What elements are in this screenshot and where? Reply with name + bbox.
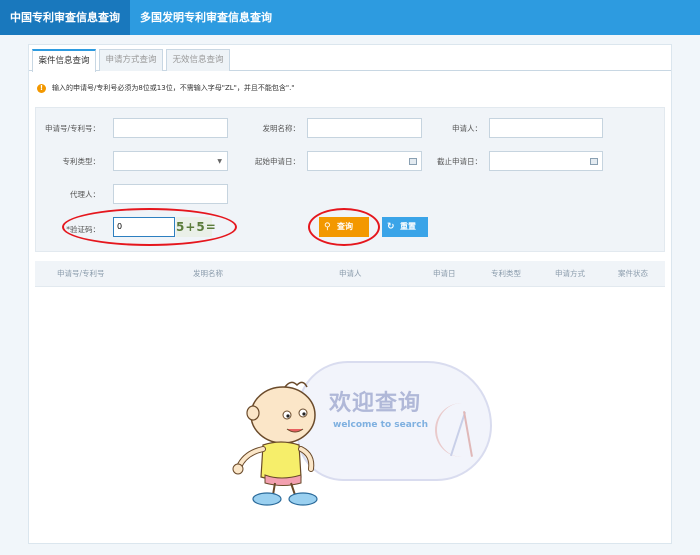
column-header: 申请日 xyxy=(433,269,456,278)
welcome-illustration: 欢迎查询 welcome to search xyxy=(217,341,507,506)
column-header: 申请人 xyxy=(339,269,362,278)
sub-tabs: 案件信息查询 申请方式查询 无效信息查询 xyxy=(29,45,671,72)
agent-label: 代理人： xyxy=(70,190,100,199)
search-form: 申请号/专利号： 发明名称： 申请人： 专利类型： ▼ 起始申请日： 截止申请日… xyxy=(35,107,665,252)
warning-icon: ! xyxy=(37,83,46,93)
main-panel: 案件信息查询 申请方式查询 无效信息查询 ! 输入的申请号/专利号必须为8位或1… xyxy=(28,44,672,544)
applicant-input[interactable] xyxy=(489,118,603,138)
start-date-label: 起始申请日： xyxy=(255,157,300,166)
calendar-icon[interactable] xyxy=(590,158,598,165)
reset-button[interactable]: ↻ 重置 xyxy=(382,217,428,237)
top-nav: 中国专利审查信息查询 多国发明专利审查信息查询 xyxy=(0,0,700,35)
end-date-input[interactable] xyxy=(489,151,603,171)
tab-china-patent-query[interactable]: 中国专利审查信息查询 xyxy=(0,0,130,35)
column-header: 申请方式 xyxy=(555,269,585,278)
notice-text: 输入的申请号/专利号必须为8位或13位，不需输入字母"ZL"，并且不能包含"." xyxy=(52,84,295,92)
end-date-label: 截止申请日： xyxy=(437,157,482,166)
column-header: 专利类型 xyxy=(491,269,521,278)
results-table-header: 申请号/专利号 发明名称 申请人 申请日 专利类型 申请方式 案件状态 xyxy=(35,261,665,287)
column-header: 案件状态 xyxy=(618,269,648,278)
search-highlight-ellipse xyxy=(308,208,380,246)
tab-multi-country-query[interactable]: 多国发明专利审查信息查询 xyxy=(140,0,272,35)
applicant-label: 申请人： xyxy=(452,124,482,133)
tab-apply-method[interactable]: 申请方式查询 xyxy=(99,49,163,71)
invention-name-input[interactable] xyxy=(307,118,422,138)
tab-case-info[interactable]: 案件信息查询 xyxy=(32,49,96,72)
column-header: 发明名称 xyxy=(193,269,223,278)
column-header: 申请号/专利号 xyxy=(57,269,105,278)
welcome-subtitle: welcome to search xyxy=(333,420,428,430)
agent-input[interactable] xyxy=(113,184,228,204)
captcha-highlight-ellipse xyxy=(62,208,237,246)
tab-invalid-info[interactable]: 无效信息查询 xyxy=(166,49,230,71)
cartoon-boy-mascot-icon xyxy=(232,381,318,506)
invention-name-label: 发明名称： xyxy=(262,124,301,133)
input-notice: ! 输入的申请号/专利号必须为8位或13位，不需输入字母"ZL"，并且不能包含"… xyxy=(37,83,295,93)
reset-button-label: 重置 xyxy=(400,222,416,231)
patent-type-label: 专利类型： xyxy=(62,157,101,166)
chevron-down-icon: ▼ xyxy=(217,158,222,165)
app-no-label: 申请号/专利号： xyxy=(44,124,100,133)
welcome-title: 欢迎查询 xyxy=(329,391,422,416)
start-date-input[interactable] xyxy=(307,151,422,171)
app-no-input[interactable] xyxy=(113,118,228,138)
patent-type-select[interactable]: ▼ xyxy=(113,151,228,171)
refresh-icon: ↻ xyxy=(387,222,395,232)
